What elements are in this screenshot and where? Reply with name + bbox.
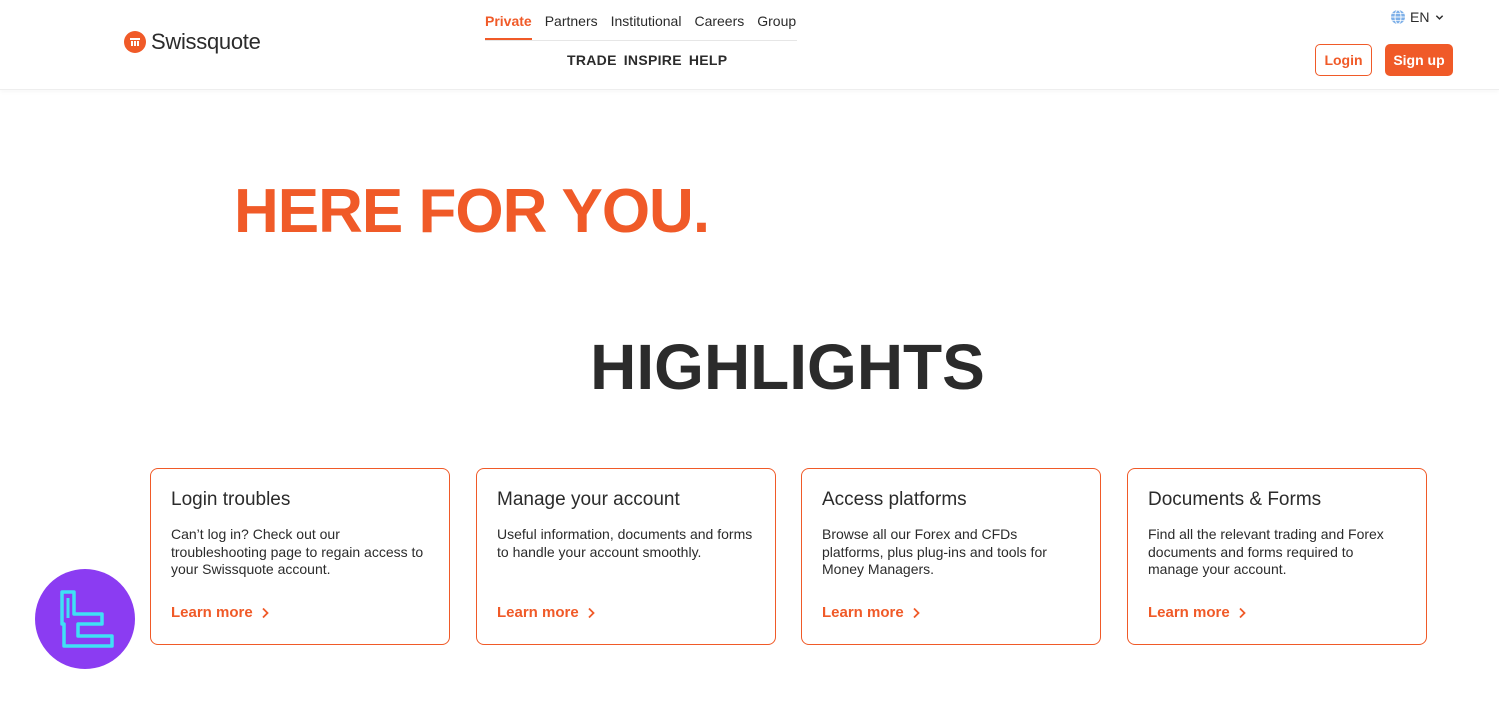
card-description: Useful information, documents and forms …: [497, 526, 753, 560]
chevron-right-icon: [913, 607, 920, 618]
highlights-title: HIGHLIGHTS: [590, 331, 985, 403]
nav-item-partners[interactable]: Partners: [545, 0, 598, 40]
learn-more-label: Learn more: [171, 604, 253, 621]
learn-more-label: Learn more: [1148, 604, 1230, 621]
card-description: Can’t log in? Check out our troubleshoot…: [171, 526, 424, 577]
nav-item-careers[interactable]: Careers: [694, 0, 744, 40]
chevron-down-icon: [1436, 14, 1444, 20]
card-documents-forms[interactable]: Documents & Forms Find all the relevant …: [1127, 468, 1427, 645]
card-access-platforms[interactable]: Access platforms Browse all our Forex an…: [801, 468, 1101, 645]
card-title: Login troubles: [171, 489, 291, 510]
learn-more-label: Learn more: [822, 604, 904, 621]
card-description: Browse all our Forex and CFDs platforms,…: [822, 526, 1047, 577]
site-header: Swissquote Private Partners Institutiona…: [0, 0, 1499, 90]
learn-more-link[interactable]: Learn more: [1148, 604, 1246, 621]
login-button[interactable]: Login: [1315, 44, 1372, 76]
sub-nav-inspire[interactable]: INSPIRE: [624, 52, 682, 68]
card-title: Access platforms: [822, 489, 967, 510]
card-title: Manage your account: [497, 489, 680, 510]
swissquote-logo-icon: [124, 31, 146, 53]
language-label: EN: [1410, 9, 1430, 25]
nav-item-group[interactable]: Group: [757, 0, 796, 40]
card-description: Find all the relevant trading and Forex …: [1148, 526, 1384, 577]
card-login-troubles[interactable]: Login troubles Can’t log in? Check out o…: [150, 468, 450, 645]
tc-logo-icon: [60, 590, 114, 648]
chevron-right-icon: [588, 607, 595, 618]
top-nav: Private Partners Institutional Careers G…: [485, 0, 797, 41]
signup-button[interactable]: Sign up: [1385, 44, 1453, 76]
learn-more-label: Learn more: [497, 604, 579, 621]
learn-more-link[interactable]: Learn more: [171, 604, 269, 621]
nav-item-private[interactable]: Private: [485, 0, 532, 40]
brand-name: Swissquote: [151, 29, 261, 54]
brand-logo[interactable]: Swissquote: [124, 29, 261, 55]
nav-item-institutional[interactable]: Institutional: [611, 0, 682, 40]
card-manage-account[interactable]: Manage your account Useful information, …: [476, 468, 776, 645]
sub-nav: TRADE INSPIRE HELP: [567, 52, 727, 68]
chevron-right-icon: [262, 607, 269, 618]
learn-more-link[interactable]: Learn more: [497, 604, 595, 621]
chevron-right-icon: [1239, 607, 1246, 618]
card-title: Documents & Forms: [1148, 489, 1322, 510]
tc-badge: [35, 569, 135, 669]
sub-nav-help[interactable]: HELP: [689, 52, 728, 68]
hero-title: HERE FOR YOU.: [234, 177, 710, 246]
sub-nav-trade[interactable]: TRADE: [567, 52, 617, 68]
language-selector[interactable]: EN: [1390, 9, 1444, 25]
globe-icon: [1391, 9, 1405, 25]
learn-more-link[interactable]: Learn more: [822, 604, 920, 621]
